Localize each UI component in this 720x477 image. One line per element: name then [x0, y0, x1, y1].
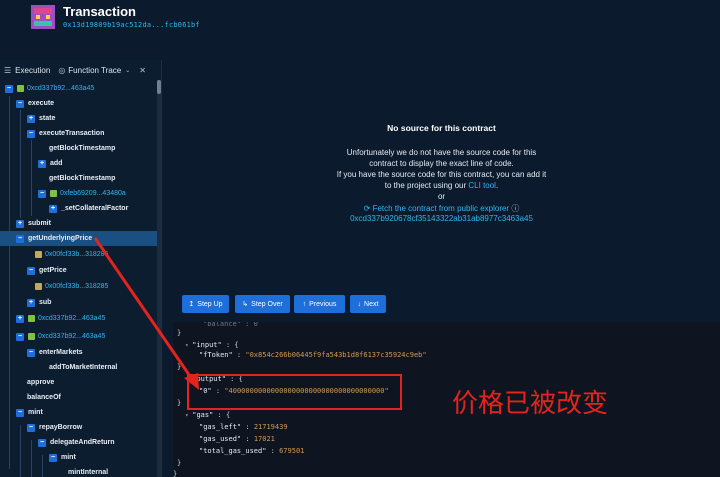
previous-button[interactable]: ↑ Previous	[294, 295, 345, 313]
info-icon: ⓘ	[509, 204, 520, 213]
tree-item[interactable]: − mint	[0, 405, 157, 420]
tree-item[interactable]: − execute	[0, 96, 157, 111]
arrow-down-icon: ↓	[357, 300, 362, 308]
page-title: Transaction	[63, 4, 136, 19]
tree-item[interactable]: approve	[0, 375, 157, 390]
collapse-icon[interactable]: −	[16, 234, 24, 243]
fetch-contract-link[interactable]: ⟳ Fetch the contract from public explore…	[163, 203, 720, 214]
refresh-icon: ⟳	[363, 204, 373, 213]
collapse-icon[interactable]: −	[27, 423, 35, 432]
tree-item[interactable]: − mint	[0, 450, 157, 465]
function-trace-dropdown[interactable]: Function Trace	[68, 66, 121, 75]
code-line: }	[177, 399, 182, 407]
collapse-icon[interactable]: −	[27, 348, 35, 357]
collapse-icon[interactable]: −	[49, 453, 57, 462]
tree-item[interactable]: + _setCollateralFactor	[0, 201, 157, 216]
step-up-icon: ↥	[188, 301, 195, 308]
target-icon: ◎	[58, 65, 66, 75]
contract-icon	[28, 333, 35, 340]
tree-item[interactable]: − repayBorrow	[0, 420, 157, 435]
or-separator: or	[437, 192, 446, 201]
trace-sidebar: ☰ Execution ◎ Function Trace ⌄ ✕ −0xcd33…	[0, 60, 162, 477]
collapse-icon[interactable]: −	[27, 266, 35, 275]
chevron-down-icon[interactable]: ⌄	[125, 67, 130, 74]
tree-item[interactable]: −0xfeb69209...43480a	[0, 186, 157, 201]
collapse-icon[interactable]: −	[38, 438, 46, 447]
code-line: }	[173, 470, 178, 477]
expand-icon[interactable]: +	[16, 314, 24, 323]
transaction-header: Transaction 0x13d19809b19ac512da...fcb06…	[0, 0, 720, 60]
expand-icon[interactable]: +	[27, 298, 35, 307]
code-line-partial: "balance" : 0	[203, 322, 258, 328]
tree-item[interactable]: 0x00fcf33b...318285	[0, 247, 157, 262]
tree-item[interactable]: − executeTransaction	[0, 126, 157, 141]
collapse-icon[interactable]: −	[16, 332, 24, 341]
tree-item[interactable]: − getPrice	[0, 263, 157, 278]
expand-icon[interactable]: +	[38, 159, 46, 168]
tree-item[interactable]: + sub	[0, 295, 157, 310]
expand-icon[interactable]: +	[27, 114, 35, 123]
tree-item[interactable]: + add	[0, 156, 157, 171]
contract-icon	[35, 283, 42, 290]
tree-item[interactable]: + state	[0, 111, 157, 126]
tree-item[interactable]: addToMarketInternal	[0, 360, 157, 375]
sidebar-header: ☰ Execution ◎ Function Trace ⌄ ✕	[0, 60, 162, 80]
arrow-up-icon: ↑	[302, 300, 307, 308]
tree-item[interactable]: +0xcd337b92...463a45	[0, 311, 157, 326]
contract-icon	[17, 85, 24, 92]
tree-item[interactable]: mintInternal	[0, 465, 157, 477]
code-line: "gas_used" : 17021	[199, 435, 275, 443]
contract-icon	[35, 251, 42, 258]
collapse-icon[interactable]: −	[16, 408, 24, 417]
tree-item-selected[interactable]: − getUnderlyingPrice	[0, 231, 157, 246]
no-source-message-line: contract to display the exact line of co…	[369, 159, 514, 168]
scrollbar-thumb[interactable]	[157, 80, 161, 94]
tree-item[interactable]: 0x00fcf33b...318285	[0, 279, 157, 294]
collapse-icon[interactable]: −	[27, 129, 35, 138]
code-line: }	[177, 329, 182, 337]
tree-item[interactable]: − delegateAndReturn	[0, 435, 157, 450]
execution-tab[interactable]: Execution	[15, 66, 50, 75]
collapse-icon[interactable]: −	[38, 189, 46, 198]
code-line: }	[177, 459, 182, 467]
contract-icon	[28, 315, 35, 322]
contract-icon	[50, 190, 57, 197]
no-source-message-line: If you have the source code for this con…	[336, 170, 547, 179]
list-icon: ☰	[4, 65, 12, 75]
tree-item[interactable]: getBlockTimestamp	[0, 171, 157, 186]
code-line: "total_gas_used" : 679501	[199, 447, 305, 455]
tree-item[interactable]: getBlockTimestamp	[0, 141, 157, 156]
tree-item[interactable]: + submit	[0, 216, 157, 231]
collapse-icon[interactable]: −	[5, 84, 13, 93]
next-button[interactable]: ↓ Next	[350, 295, 386, 313]
collapse-icon[interactable]: −	[16, 99, 24, 108]
tree-item[interactable]: − enterMarkets	[0, 345, 157, 360]
tree-item[interactable]: −0xcd337b92...463a45	[0, 329, 157, 344]
tree-item[interactable]: −0xcd337b92...463a45	[0, 81, 157, 96]
no-source-title: No source for this contract	[387, 123, 496, 133]
tree-item[interactable]: balanceOf	[0, 390, 157, 405]
no-source-message-line: to the project using our CLI tool.	[384, 181, 499, 190]
expand-icon[interactable]: +	[49, 204, 57, 213]
annotation-text: 价格已被改变	[452, 389, 609, 419]
code-line: "gas_left" : 21719439	[199, 423, 288, 431]
transaction-avatar-icon	[31, 5, 55, 29]
code-line: ▾ "gas" : {	[185, 411, 231, 419]
no-source-message-line: Unfortunately we do not have the source …	[346, 148, 537, 157]
step-over-button[interactable]: ↳ Step Over	[235, 295, 290, 313]
cli-tool-link[interactable]: CLI tool	[468, 181, 496, 190]
code-line: }	[177, 363, 182, 371]
highlight-box	[187, 374, 402, 410]
sidebar-scrollbar[interactable]	[157, 80, 161, 477]
close-icon[interactable]: ✕	[139, 66, 146, 75]
code-line: "fToken" : "0x854c266b06445f9fa543b1d8f6…	[199, 351, 427, 359]
expand-icon[interactable]: +	[16, 219, 24, 228]
step-over-icon: ↳	[242, 301, 249, 308]
transaction-hash[interactable]: 0x13d19809b19ac512da...fcb061bf	[63, 21, 200, 29]
contract-address[interactable]: 0xcd337b920678cf35143322ab31ab8977c3463a…	[163, 214, 720, 223]
step-up-button[interactable]: ↥ Step Up	[182, 295, 229, 313]
